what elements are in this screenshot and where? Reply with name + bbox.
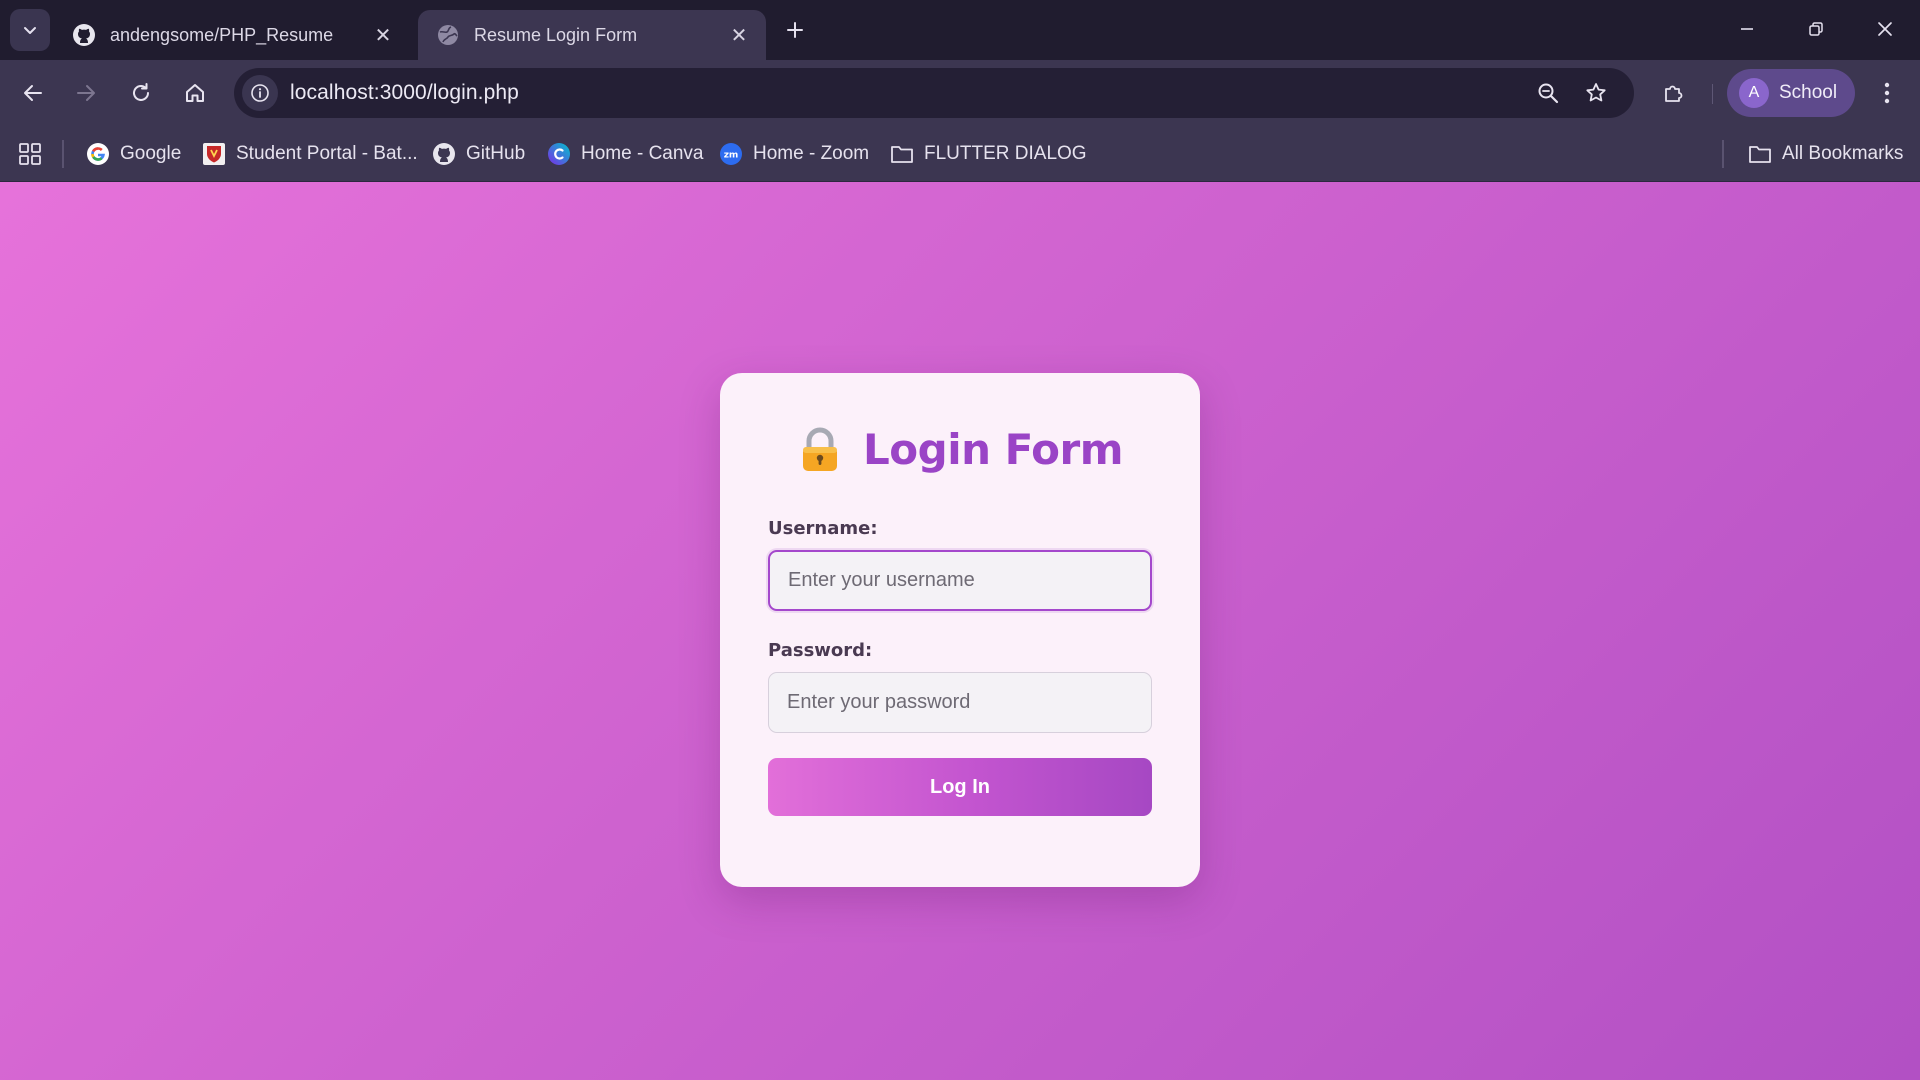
zoom-button[interactable] — [1530, 75, 1566, 111]
reload-button[interactable] — [120, 72, 162, 114]
toolbar-divider — [1712, 84, 1713, 104]
forward-button[interactable] — [65, 72, 107, 114]
zoom-icon: zm — [719, 142, 743, 166]
new-tab-button[interactable] — [778, 12, 812, 48]
password-label: Password: — [768, 640, 873, 661]
lock-icon — [803, 427, 838, 471]
minimize-icon — [1741, 28, 1753, 30]
bookmark-star-button[interactable] — [1578, 75, 1614, 111]
page-title: Login Form — [863, 425, 1123, 474]
bookmark-google[interactable]: Google — [86, 138, 181, 170]
bookmark-zoom[interactable]: zm Home - Zoom — [719, 138, 869, 170]
tab-php-resume[interactable]: andengsome/PHP_Resume ✕ — [54, 10, 410, 60]
url-text[interactable]: localhost:3000/login.php — [290, 68, 519, 118]
tab-title: andengsome/PHP_Resume — [110, 24, 334, 45]
profile-name: School — [1779, 82, 1838, 103]
reload-icon — [133, 83, 149, 101]
browser-menu-button[interactable] — [1866, 72, 1908, 114]
home-button[interactable] — [174, 72, 216, 114]
form-heading: Login Form — [720, 425, 1200, 474]
bookmark-flutter-dialog[interactable]: FLUTTER DIALOG — [890, 138, 1087, 170]
tab-search-button[interactable] — [10, 9, 50, 51]
username-label: Username: — [768, 518, 878, 539]
bookmark-github[interactable]: GitHub — [432, 138, 525, 170]
bookmark-label: Student Portal - Bat... — [236, 143, 418, 164]
tab-title: Resume Login Form — [474, 24, 638, 45]
bookmark-label: GitHub — [466, 143, 526, 164]
star-icon — [1586, 83, 1606, 102]
bookmark-label: Home - Canva — [581, 143, 704, 164]
puzzle-icon — [1665, 85, 1683, 102]
arrow-left-icon — [24, 85, 42, 101]
minimize-button[interactable] — [1720, 6, 1774, 52]
close-tab-icon[interactable]: ✕ — [726, 22, 752, 48]
bookmark-student-portal[interactable]: Student Portal - Bat... — [202, 138, 418, 170]
kebab-menu-icon — [1884, 82, 1890, 104]
google-icon — [86, 142, 110, 166]
tab-resume-login-form[interactable]: Resume Login Form ✕ — [418, 10, 766, 60]
tab-strip: andengsome/PHP_Resume ✕ Resume Login For… — [0, 0, 1920, 60]
arrow-right-icon — [77, 85, 95, 101]
canva-icon — [547, 142, 571, 166]
bookmark-label: FLUTTER DIALOG — [924, 143, 1087, 164]
plus-icon — [787, 22, 803, 38]
info-icon — [251, 84, 269, 102]
chevron-down-icon — [24, 27, 36, 34]
back-button[interactable] — [12, 72, 54, 114]
zoom-out-icon — [1538, 83, 1559, 104]
bookmark-label: Home - Zoom — [753, 143, 870, 164]
folder-icon — [890, 142, 914, 166]
all-bookmarks-label: All Bookmarks — [1782, 143, 1904, 164]
profile-button[interactable]: A School — [1727, 69, 1855, 117]
extensions-button[interactable] — [1653, 72, 1695, 114]
avatar: A — [1739, 78, 1769, 108]
page-viewport: Login Form Username: Password: Log In — [0, 182, 1920, 1080]
bookmarks-bar: Google Student Portal - Bat... GitHub Ho… — [0, 126, 1920, 182]
github-icon — [432, 142, 456, 166]
login-form-card: Login Form Username: Password: Log In — [720, 373, 1200, 887]
restore-icon — [1809, 22, 1823, 36]
globe-icon — [436, 23, 460, 47]
all-bookmarks-button[interactable]: All Bookmarks — [1748, 138, 1903, 170]
school-shield-icon — [202, 142, 226, 166]
close-tab-icon[interactable]: ✕ — [370, 22, 396, 48]
close-icon — [1878, 22, 1892, 36]
bookmarks-divider — [62, 140, 64, 168]
site-info-button[interactable] — [242, 75, 278, 111]
bookmarks-divider — [1722, 140, 1724, 168]
login-button[interactable]: Log In — [768, 758, 1152, 816]
apps-button[interactable] — [18, 138, 42, 170]
browser-toolbar: localhost:3000/login.php A School — [0, 60, 1920, 126]
home-icon — [186, 84, 204, 102]
restore-button[interactable] — [1789, 6, 1843, 52]
bookmark-label: Google — [120, 143, 182, 164]
apps-grid-icon — [19, 143, 41, 165]
svg-text:zm: zm — [724, 151, 739, 161]
password-input[interactable] — [768, 672, 1152, 733]
address-bar[interactable]: localhost:3000/login.php — [234, 68, 1634, 118]
username-input[interactable] — [768, 550, 1152, 611]
github-icon — [72, 23, 96, 47]
close-window-button[interactable] — [1858, 6, 1912, 52]
folder-icon — [1748, 142, 1772, 166]
bookmark-canva[interactable]: Home - Canva — [547, 138, 704, 170]
